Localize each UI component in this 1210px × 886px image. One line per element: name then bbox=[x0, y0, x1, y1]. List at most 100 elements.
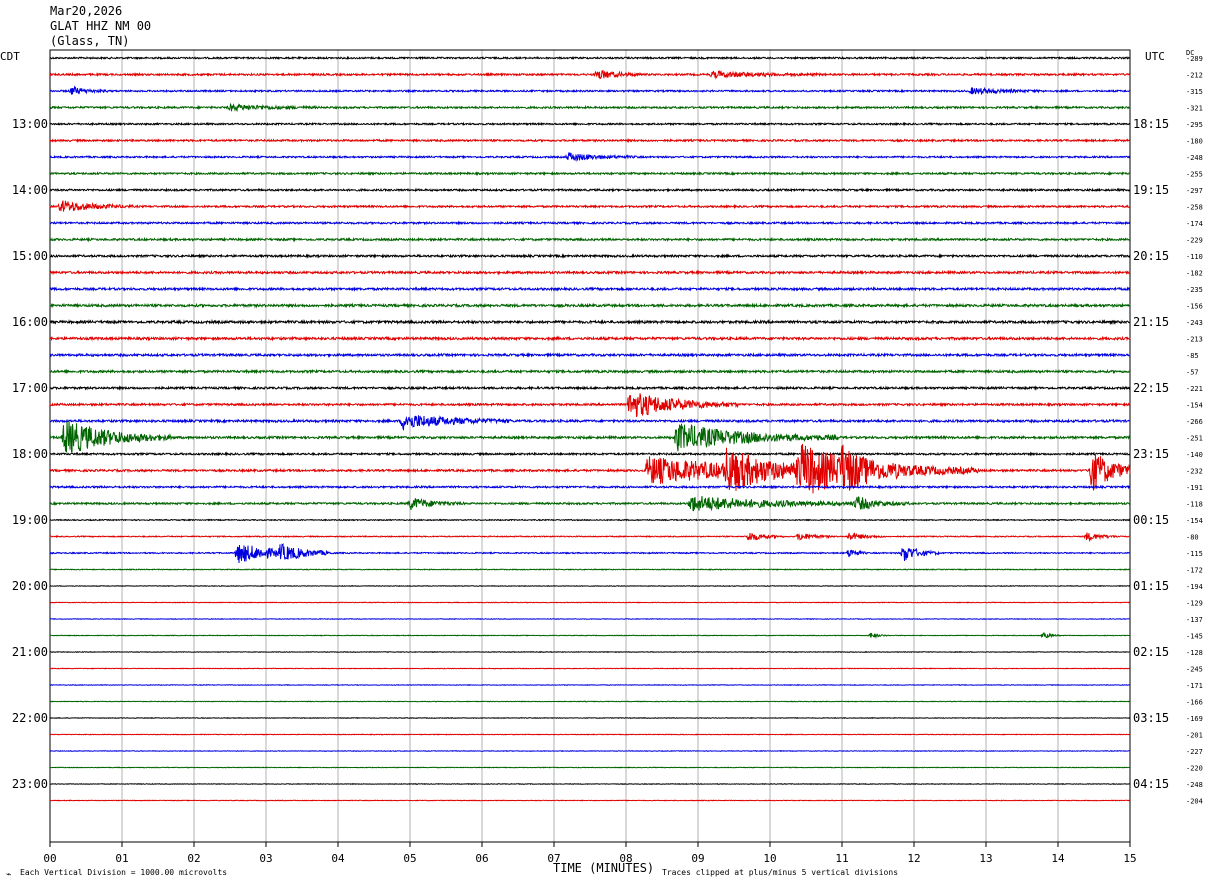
x-axis-title: TIME (MINUTES) bbox=[553, 861, 654, 875]
dc-offset-value: -258 bbox=[1186, 204, 1203, 212]
seismic-trace bbox=[49, 335, 1131, 342]
seismic-trace bbox=[49, 766, 1131, 769]
dc-offset-value: -169 bbox=[1186, 715, 1203, 723]
cdt-hour-label: 17:00 bbox=[12, 381, 48, 395]
dc-offset-value: -315 bbox=[1186, 88, 1203, 96]
utc-hour-label: 22:15 bbox=[1133, 381, 1169, 395]
seismic-trace bbox=[49, 568, 1131, 571]
seismic-trace bbox=[49, 187, 1131, 193]
utc-axis-label: UTC bbox=[1145, 50, 1165, 63]
cdt-hour-label: 23:00 bbox=[12, 777, 48, 791]
utc-hour-label: 01:15 bbox=[1133, 579, 1169, 593]
dc-offset-value: -171 bbox=[1186, 682, 1203, 690]
seismic-trace bbox=[49, 495, 1131, 512]
x-tick-label: 00 bbox=[43, 852, 56, 865]
seismic-trace bbox=[49, 170, 1130, 177]
dc-offset-value: -204 bbox=[1186, 798, 1203, 806]
dc-offset-value: -245 bbox=[1186, 666, 1203, 674]
cdt-hour-label: 19:00 bbox=[12, 513, 48, 527]
dc-offset-value: -174 bbox=[1186, 220, 1203, 228]
x-tick-label: 13 bbox=[979, 852, 992, 865]
dc-offset-value: -229 bbox=[1186, 237, 1203, 245]
seismic-trace bbox=[49, 420, 1131, 453]
seismic-trace bbox=[49, 632, 1131, 640]
utc-hour-label: 18:15 bbox=[1133, 117, 1169, 131]
dc-offset-value: -156 bbox=[1186, 303, 1203, 311]
seismic-trace bbox=[49, 102, 1131, 113]
dc-offset-value: -212 bbox=[1186, 72, 1203, 80]
utc-hour-label: 20:15 bbox=[1133, 249, 1169, 263]
seismic-trace bbox=[49, 318, 1131, 326]
seismic-traces bbox=[49, 55, 1131, 802]
dc-offset-value: -80 bbox=[1186, 534, 1199, 542]
dc-offset-value: -232 bbox=[1186, 468, 1203, 476]
x-tick-label: 06 bbox=[475, 852, 488, 865]
utc-hour-label: 19:15 bbox=[1133, 183, 1169, 197]
cdt-hour-label: 16:00 bbox=[12, 315, 48, 329]
dc-offset-value: -266 bbox=[1186, 418, 1203, 426]
dc-offset-value: -289 bbox=[1186, 55, 1203, 63]
utc-hour-labels: 18:15 19:15 20:15 21:15 22:15 23:15 00:15 01:15… bbox=[1133, 117, 1169, 791]
scale-note: Each Vertical Division = 1000.00 microvo… bbox=[20, 868, 227, 877]
x-tick-label: 10 bbox=[763, 852, 776, 865]
dc-offset-value: -137 bbox=[1186, 616, 1203, 624]
cdt-hour-label: 13:00 bbox=[12, 117, 48, 131]
cdt-hour-label: 18:00 bbox=[12, 447, 48, 461]
seismic-trace bbox=[49, 236, 1131, 243]
dc-offset-value: -321 bbox=[1186, 105, 1203, 113]
dc-offset-value: -57 bbox=[1186, 369, 1199, 377]
seismic-trace bbox=[49, 415, 1131, 432]
seismic-trace bbox=[49, 220, 1131, 226]
seismic-trace bbox=[49, 85, 1131, 96]
dc-offset-values: -289 -212 -315 -321 -295 -180 -248 -255 -297 -258… bbox=[1186, 55, 1203, 806]
dc-offset-value: -110 bbox=[1186, 253, 1203, 261]
dc-offset-value: -227 bbox=[1186, 748, 1203, 756]
utc-hour-label: 23:15 bbox=[1133, 447, 1169, 461]
cdt-axis-label: CDT bbox=[0, 50, 20, 63]
dc-offset-value: -194 bbox=[1186, 583, 1203, 591]
x-tick-label: 02 bbox=[187, 852, 200, 865]
dc-offset-value: -154 bbox=[1186, 402, 1203, 410]
seismic-trace bbox=[49, 716, 1131, 720]
seismic-trace bbox=[49, 152, 1131, 163]
seismic-trace bbox=[49, 55, 1131, 61]
dc-offset-value: -295 bbox=[1186, 121, 1203, 129]
seismic-trace bbox=[49, 617, 1131, 621]
dc-offset-value: -154 bbox=[1186, 517, 1203, 525]
dc-offset-value: -248 bbox=[1186, 781, 1203, 789]
dc-offset-value: -129 bbox=[1186, 600, 1203, 608]
seismic-trace bbox=[49, 532, 1131, 543]
dc-offset-value: -297 bbox=[1186, 187, 1203, 195]
dc-offset-value: -243 bbox=[1186, 319, 1203, 327]
dc-offset-value: -221 bbox=[1186, 385, 1203, 393]
seismic-trace bbox=[49, 799, 1131, 802]
dc-offset-value: -213 bbox=[1186, 336, 1203, 344]
x-tick-label: 12 bbox=[907, 852, 920, 865]
dc-offset-value: -166 bbox=[1186, 699, 1203, 707]
seismic-trace bbox=[49, 393, 1131, 418]
seismic-trace bbox=[49, 733, 1131, 736]
cdt-hour-label: 20:00 bbox=[12, 579, 48, 593]
seismic-trace bbox=[49, 253, 1131, 259]
seismic-trace bbox=[49, 368, 1131, 375]
x-tick-label: 14 bbox=[1051, 852, 1065, 865]
dc-offset-value: -172 bbox=[1186, 567, 1203, 575]
x-tick-label: 04 bbox=[331, 852, 345, 865]
clip-note: Traces clipped at plus/minus 5 vertical … bbox=[662, 868, 898, 877]
utc-hour-label: 00:15 bbox=[1133, 513, 1169, 527]
x-tick-label: 05 bbox=[403, 852, 416, 865]
seismic-trace bbox=[49, 700, 1131, 703]
dc-offset-value: -248 bbox=[1186, 154, 1203, 162]
seismic-trace bbox=[49, 584, 1131, 588]
seismic-trace bbox=[49, 542, 1131, 563]
dc-offset-value: -201 bbox=[1186, 732, 1203, 740]
cdt-hour-label: 15:00 bbox=[12, 249, 48, 263]
seismic-trace bbox=[49, 137, 1131, 144]
seismic-trace bbox=[49, 650, 1131, 654]
dc-offset-value: -118 bbox=[1186, 501, 1203, 509]
dc-offset-value: -85 bbox=[1186, 352, 1199, 360]
seismic-trace bbox=[49, 601, 1131, 604]
seismic-trace bbox=[49, 352, 1131, 358]
dc-offset-value: -145 bbox=[1186, 633, 1203, 641]
utc-hour-label: 02:15 bbox=[1133, 645, 1169, 659]
